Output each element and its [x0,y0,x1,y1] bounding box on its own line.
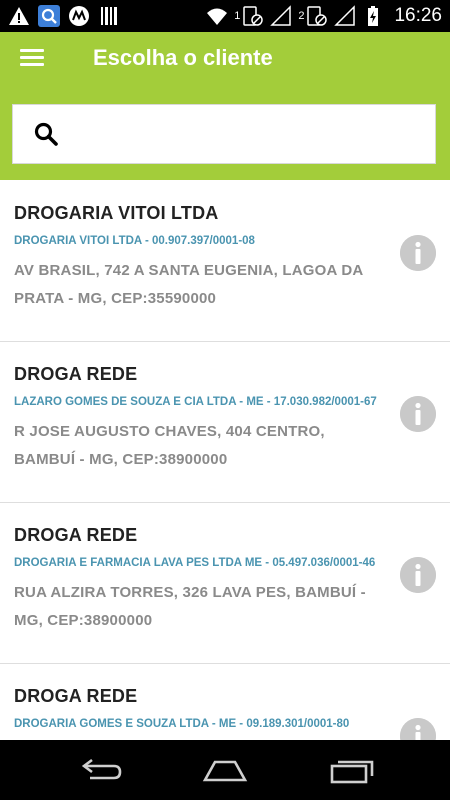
list-item[interactable]: DROGA REDE LAZARO GOMES DE SOUZA E CIA L… [0,342,450,503]
client-list: DROGARIA VITOI LTDA DROGARIA VITOI LTDA … [0,181,450,740]
recent-apps-icon[interactable] [328,754,376,786]
app-bar: Escolha o cliente [0,32,450,84]
info-icon[interactable] [400,235,436,271]
barcode-icon [98,5,120,27]
sim2-signal-icon [306,5,328,27]
sim2-number: 2 [298,10,305,22]
signal-empty-2-icon [334,5,356,27]
search-icon[interactable] [33,121,59,147]
search-area [0,84,450,180]
wifi-icon [206,5,228,27]
warning-icon [8,5,30,27]
list-item[interactable]: DROGA REDE DROGARIA GOMES E SOUZA LTDA -… [0,664,450,740]
status-time: 16:26 [394,5,442,26]
client-legal-name: DROGARIA GOMES E SOUZA LTDA - ME - 09.18… [14,718,350,730]
battery-charging-icon [362,5,384,27]
sim1-number: 1 [234,10,241,22]
page-title: Escolha o cliente [93,45,273,70]
back-icon[interactable] [76,754,124,786]
client-address: RUA ALZIRA TORRES, 326 LAVA PES, BAMBUÍ … [14,584,366,629]
nav-bar [0,740,450,800]
motorola-icon [68,5,90,27]
list-item[interactable]: DROGARIA VITOI LTDA DROGARIA VITOI LTDA … [0,181,450,342]
list-item[interactable]: DROGA REDE DROGARIA E FARMACIA LAVA PES … [0,503,450,664]
home-icon[interactable] [201,754,249,786]
client-address: AV BRASIL, 742 A SANTA EUGENIA, LAGOA DA… [14,262,363,307]
signal-empty-icon [270,5,292,27]
info-icon[interactable] [400,396,436,432]
client-name: DROGARIA VITOI LTDA [14,203,219,223]
search-box[interactable] [12,104,436,164]
client-address: R JOSE AUGUSTO CHAVES, 404 CENTRO, BAMBU… [14,423,325,468]
search-app-icon [38,5,60,27]
info-icon[interactable] [400,718,436,740]
hamburger-menu-icon[interactable] [18,44,46,72]
sim1-signal-icon [242,5,264,27]
client-name: DROGA REDE [14,686,138,706]
client-legal-name: DROGARIA VITOI LTDA - 00.907.397/0001-08 [14,235,255,247]
client-name: DROGA REDE [14,525,138,545]
client-legal-name: DROGARIA E FARMACIA LAVA PES LTDA ME - 0… [14,557,376,569]
client-name: DROGA REDE [14,364,138,384]
status-bar: 1 2 16:26 [0,0,450,32]
search-input[interactable] [75,115,425,153]
info-icon[interactable] [400,557,436,593]
client-legal-name: LAZARO GOMES DE SOUZA E CIA LTDA - ME - … [14,396,377,408]
